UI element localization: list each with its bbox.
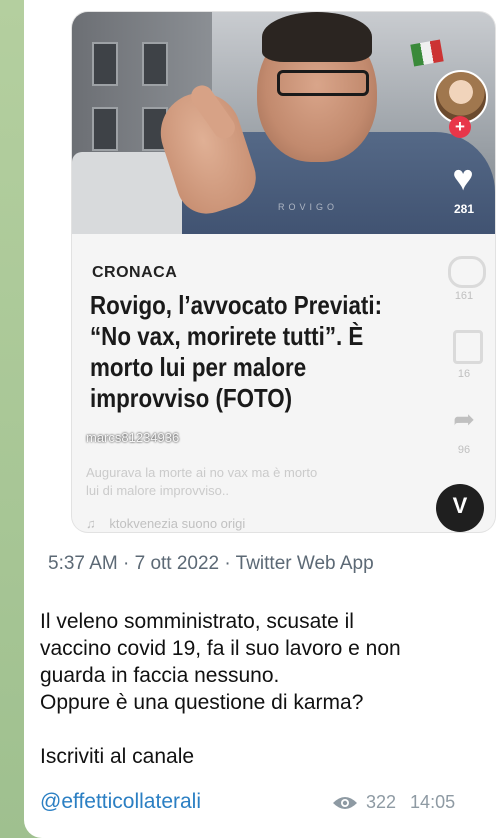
venice-logo[interactable]: V — [436, 484, 484, 532]
channel-link[interactable]: @effetticollaterali — [40, 790, 201, 814]
music-note-icon: ♫ — [86, 516, 96, 531]
message-line: Oppure è una questione di karma? — [40, 691, 364, 714]
photo-glasses — [277, 70, 369, 96]
tweet-timestamp: 5:37 AM · 7 ott 2022 · Twitter Web App — [48, 553, 374, 574]
article-section-label: CRONACA — [92, 264, 178, 281]
caption-line: lui di malore improvviso.. — [86, 483, 230, 498]
music-label: ♫ ktokvenezia suono origi — [86, 516, 245, 531]
message-time: 14:05 — [410, 792, 456, 812]
subscribe-text: Iscriviti al canale — [40, 745, 195, 768]
bookmark-count: 16 — [457, 368, 471, 380]
article-photo[interactable]: ROVIGO + ♥ 281 — [72, 12, 495, 234]
share-count: 96 — [457, 444, 471, 456]
caption-line: Augurava la morte ai no vax ma è morto — [86, 465, 318, 480]
music-text: ktokvenezia suono origi — [109, 516, 246, 531]
photo-watermark: ROVIGO — [278, 202, 339, 212]
message-meta: 322 14:05 — [332, 792, 455, 813]
article-headline: Rovigo, l’avvocato Previati: “No vax, mo… — [90, 290, 438, 414]
headline-line: improvviso (FOTO) — [90, 383, 293, 413]
message-line: Il veleno somministrato, scusate il — [40, 610, 354, 633]
share-icon[interactable]: ➦ — [444, 404, 484, 435]
message-line: guarda in faccia nessuno. — [40, 664, 280, 687]
bookmark-icon[interactable] — [453, 330, 483, 364]
video-caption: Augurava la morte ai no vax ma è morto l… — [86, 464, 386, 500]
likes-count: 281 — [453, 202, 475, 216]
comment-icon[interactable] — [448, 256, 486, 288]
message-text: Il veleno somministrato, scusate il vacc… — [40, 608, 480, 770]
headline-line: Rovigo, l’avvocato Previati: — [90, 290, 383, 320]
headline-line: morto lui per malore — [90, 352, 307, 382]
heart-icon[interactable]: ♥ — [443, 160, 483, 196]
photo-flag — [410, 39, 444, 67]
article-preview[interactable]: CRONACA Rovigo, l’avvocato Previati: “No… — [72, 234, 495, 532]
eye-icon — [332, 795, 358, 811]
message-bubble[interactable]: ROVIGO + ♥ 281 CRONACA Rovigo, l’avvocat… — [24, 0, 503, 838]
tweet-media-card[interactable]: ROVIGO + ♥ 281 CRONACA Rovigo, l’avvocat… — [72, 12, 495, 532]
view-count: 322 — [366, 792, 397, 812]
follow-plus-icon[interactable]: + — [449, 116, 471, 138]
photo-hair — [262, 12, 372, 62]
video-username: marcs81234936 — [86, 430, 180, 445]
comment-count: 161 — [454, 290, 474, 302]
message-line: vaccino covid 19, fa il suo lavoro e non — [40, 637, 401, 660]
headline-line: “No vax, morirete tutti”. È — [90, 321, 364, 351]
